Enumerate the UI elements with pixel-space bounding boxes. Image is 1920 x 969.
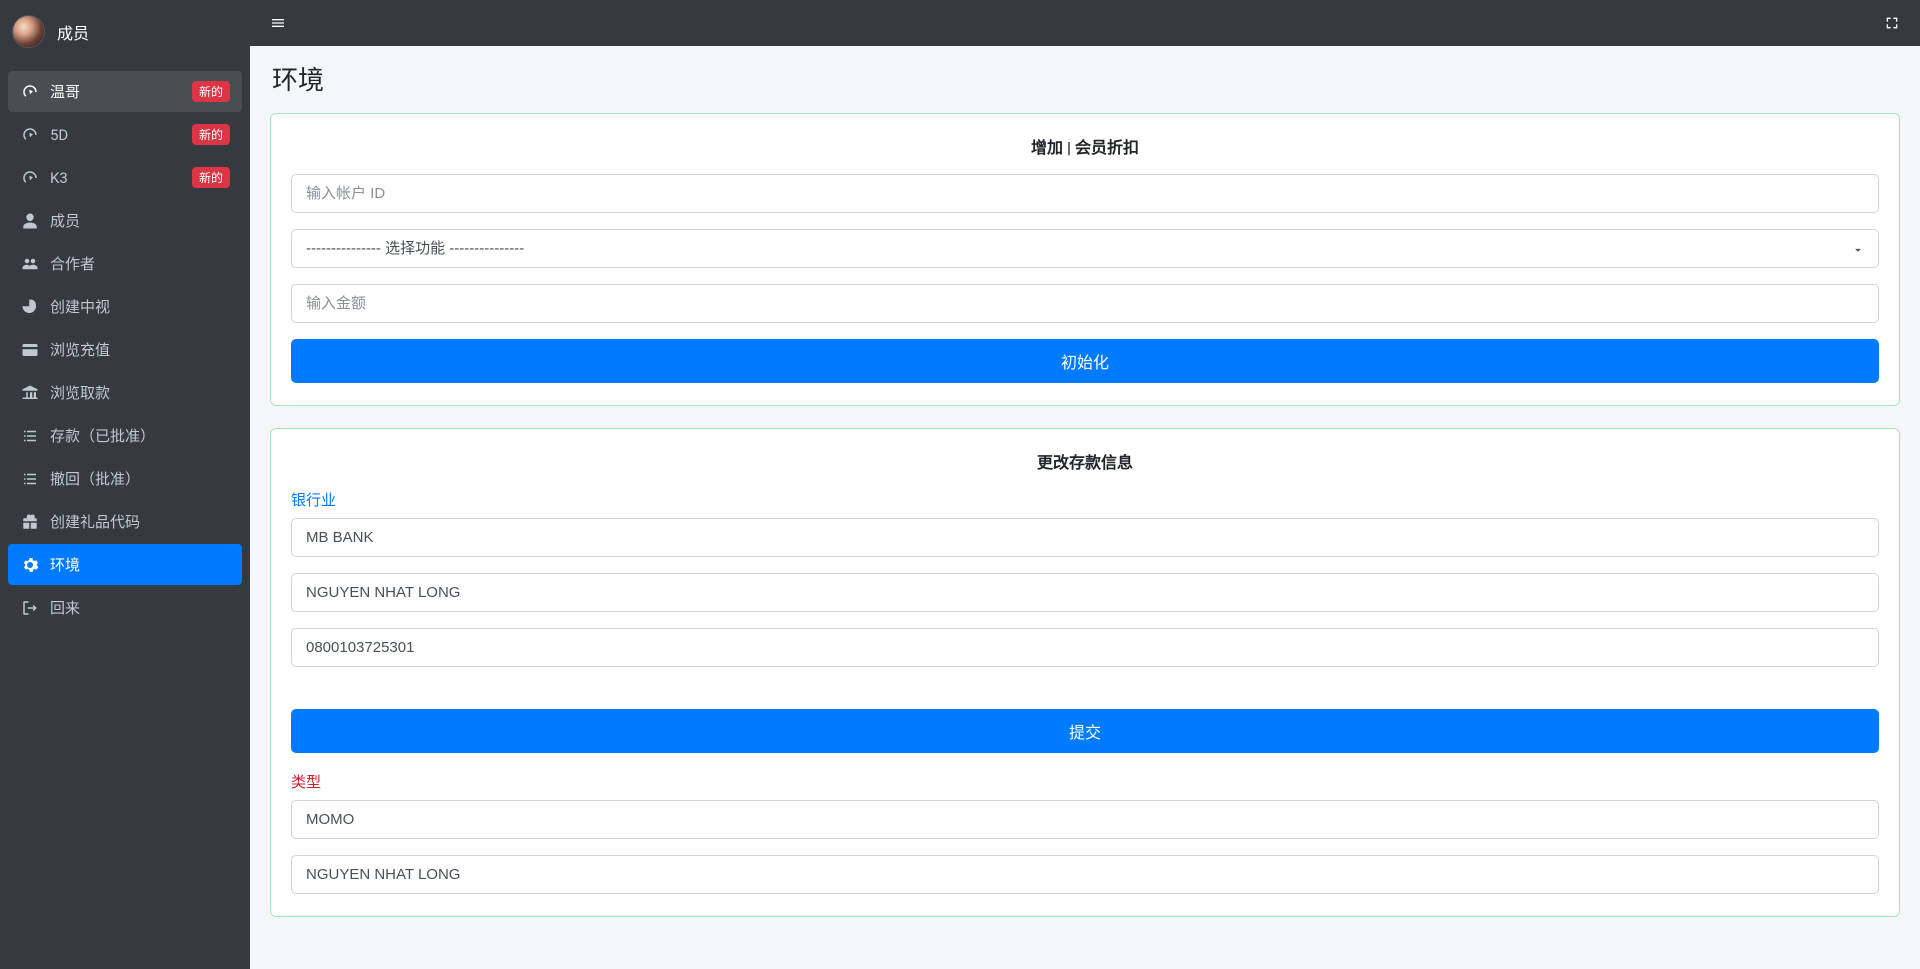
sidebar-item-label: 浏览充值: [50, 339, 230, 360]
sidebar-item-deposit-approved[interactable]: 存款（已批准）: [8, 415, 242, 456]
topbar: [250, 0, 1920, 46]
submit-button[interactable]: 提交: [291, 709, 1879, 753]
content: 环境 增加 | 会员折扣 --------------- 选择功能 ------…: [250, 46, 1920, 969]
sidebar-nav: 温哥 新的 5D 新的 K3 新的 成员: [0, 63, 250, 636]
account-name-input[interactable]: [291, 573, 1879, 612]
card-title: 增加 | 会员折扣: [291, 134, 1879, 158]
badge-new: 新的: [192, 167, 230, 188]
function-select[interactable]: --------------- 选择功能 ---------------: [291, 229, 1879, 268]
sidebar-item-label: 创建中视: [50, 296, 230, 317]
main: 环境 增加 | 会员折扣 --------------- 选择功能 ------…: [250, 0, 1920, 969]
account-number-input[interactable]: [291, 628, 1879, 667]
pie-icon: [20, 297, 40, 317]
sidebar-item-browse-withdraw[interactable]: 浏览取款: [8, 372, 242, 413]
sidebar-item-create-view[interactable]: 创建中视: [8, 286, 242, 327]
type-value-input[interactable]: [291, 800, 1879, 839]
type-section-label: 类型: [291, 771, 1879, 792]
sidebar-item-label: 回来: [50, 597, 230, 618]
sidebar-item-label: 浏览取款: [50, 382, 230, 403]
gift-icon: [20, 512, 40, 532]
sidebar-item-label: 撤回（批准）: [50, 468, 230, 489]
badge-new: 新的: [192, 124, 230, 145]
sidebar-item-label: 5D: [50, 126, 192, 144]
list-icon: [20, 426, 40, 446]
gauge-icon: [20, 168, 40, 188]
sidebar-item-wenge[interactable]: 温哥 新的: [8, 71, 242, 112]
bank-icon: [20, 383, 40, 403]
sidebar-item-members[interactable]: 成员: [8, 200, 242, 241]
menu-toggle-button[interactable]: [264, 9, 292, 37]
avatar: [12, 15, 45, 48]
sidebar-item-label: 成员: [50, 210, 230, 231]
gauge-icon: [20, 125, 40, 145]
bank-section-label: 银行业: [291, 489, 1879, 510]
sidebar-item-create-gift[interactable]: 创建礼品代码: [8, 501, 242, 542]
card-member-discount: 增加 | 会员折扣 --------------- 选择功能 ---------…: [270, 113, 1900, 406]
amount-input[interactable]: [291, 284, 1879, 323]
logout-icon: [20, 598, 40, 618]
sidebar-item-environment[interactable]: 环境: [8, 544, 242, 585]
type-account-name-input[interactable]: [291, 855, 1879, 894]
card-icon: [20, 340, 40, 360]
sidebar-item-label: 环境: [50, 554, 230, 575]
sidebar-item-label: 创建礼品代码: [50, 511, 230, 532]
card-title: 更改存款信息: [291, 449, 1879, 473]
gauge-icon: [20, 82, 40, 102]
sidebar-item-k3[interactable]: K3 新的: [8, 157, 242, 198]
sidebar-item-5d[interactable]: 5D 新的: [8, 114, 242, 155]
user-icon: [20, 211, 40, 231]
sidebar-item-label: K3: [50, 169, 192, 187]
fullscreen-button[interactable]: [1878, 9, 1906, 37]
sidebar-item-label: 存款（已批准）: [50, 425, 230, 446]
sidebar: 成员 温哥 新的 5D 新的 K3: [0, 0, 250, 969]
sidebar-item-partners[interactable]: 合作者: [8, 243, 242, 284]
badge-new: 新的: [192, 81, 230, 102]
sidebar-item-withdraw-approved[interactable]: 撤回（批准）: [8, 458, 242, 499]
list-icon: [20, 469, 40, 489]
sidebar-item-back[interactable]: 回来: [8, 587, 242, 628]
sidebar-header: 成员: [0, 0, 250, 63]
card-deposit-info: 更改存款信息 银行业 提交 类型: [270, 428, 1900, 917]
bank-name-input[interactable]: [291, 518, 1879, 557]
initialize-button[interactable]: 初始化: [291, 339, 1879, 383]
users-icon: [20, 254, 40, 274]
page-title: 环境: [270, 60, 1900, 97]
sidebar-item-browse-recharge[interactable]: 浏览充值: [8, 329, 242, 370]
app-title: 成员: [57, 20, 89, 44]
gear-icon: [20, 555, 40, 575]
account-id-input[interactable]: [291, 174, 1879, 213]
sidebar-item-label: 温哥: [50, 81, 192, 102]
sidebar-item-label: 合作者: [50, 253, 230, 274]
